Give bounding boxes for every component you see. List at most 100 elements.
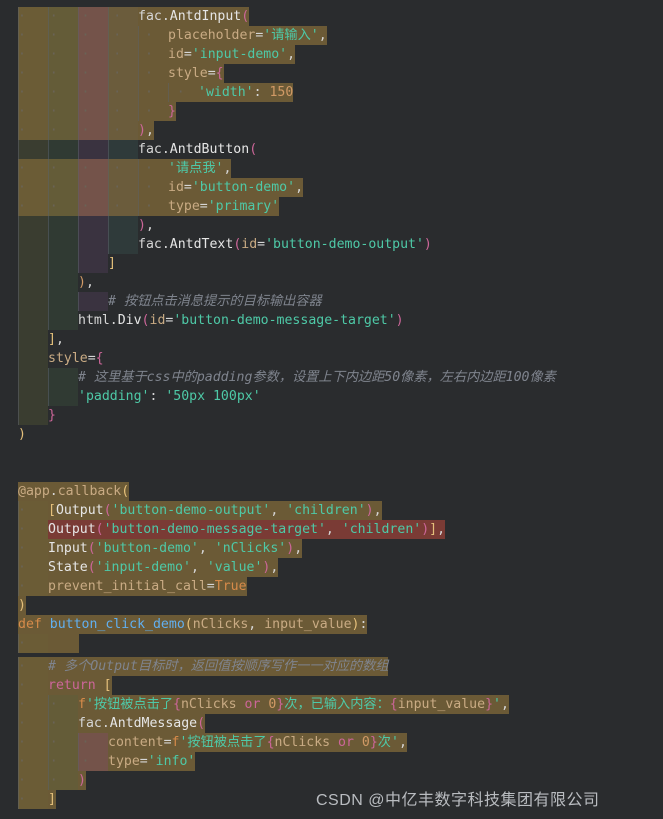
code-line[interactable]: html.Div(id='button-demo-message-target'… xyxy=(0,311,663,330)
code-token: : xyxy=(149,389,166,404)
code-token: , xyxy=(287,47,296,62)
code-line[interactable]: · State('input-demo', 'value'), xyxy=(0,558,663,577)
code-token: AntdText xyxy=(169,237,234,252)
code-line[interactable]: fac.AntdText(id='button-demo-output') xyxy=(0,235,663,254)
line-indent: · · xyxy=(18,773,82,788)
code-token: , xyxy=(500,697,509,712)
code-line[interactable]: · Input('button-demo', 'nClicks'), xyxy=(0,539,663,558)
code-token: def xyxy=(18,617,42,632)
code-line[interactable]: · · · content=f'按钮被点击了{nClicks or 0}次', xyxy=(0,733,663,752)
code-line[interactable]: ] xyxy=(0,254,663,273)
code-token: 'button-demo-message-target' xyxy=(103,522,326,537)
code-token: = xyxy=(207,66,216,81)
code-token: 次，已输入内容： xyxy=(284,697,390,712)
code-token: . xyxy=(161,9,170,24)
code-token-run: [Output('button-demo-output', 'children'… xyxy=(48,501,382,520)
code-token: input_value xyxy=(264,617,352,632)
code-line[interactable]: @app.callback( xyxy=(0,482,663,501)
code-line[interactable]: ], xyxy=(0,330,663,349)
code-token: = xyxy=(183,180,192,195)
code-token: { xyxy=(389,697,398,712)
code-line[interactable]: · · · type='info' xyxy=(0,752,663,771)
code-line[interactable]: · [Output('button-demo-output', 'childre… xyxy=(0,501,663,520)
code-line[interactable]: # 按钮点击消息提示的目标输出容器 xyxy=(0,292,663,311)
code-token-run: html.Div(id='button-demo-message-target'… xyxy=(78,311,404,330)
code-token-run: # 多个Output目标时，返回值按顺序写作一一对应的数组 xyxy=(48,657,389,676)
code-token: ) xyxy=(365,503,374,518)
code-token: 'primary' xyxy=(207,199,280,214)
code-token: Output xyxy=(55,503,104,518)
code-token: , xyxy=(294,541,303,556)
code-line[interactable]: · · · · · '请点我', xyxy=(0,159,663,178)
code-token: . xyxy=(49,484,58,499)
code-token-run: ), xyxy=(138,216,154,235)
code-line[interactable]: · Output('button-demo-message-target', '… xyxy=(0,520,663,539)
code-line[interactable]: ), xyxy=(0,216,663,235)
code-line[interactable]: · return [ xyxy=(0,676,663,695)
code-line[interactable]: def button_click_demo(nClicks, input_val… xyxy=(0,615,663,634)
code-line[interactable]: ) xyxy=(0,596,663,615)
code-line[interactable]: style={ xyxy=(0,349,663,368)
code-token: , xyxy=(248,617,265,632)
code-token: id xyxy=(168,180,184,195)
code-token: ] xyxy=(48,792,56,807)
code-line[interactable]: } xyxy=(0,406,663,425)
code-token: } xyxy=(168,104,176,119)
code-token: AntdMessage xyxy=(109,716,198,731)
code-line[interactable]: · prevent_initial_call=True xyxy=(0,577,663,596)
code-token: type xyxy=(108,754,140,769)
code-token: 次' xyxy=(377,735,399,750)
code-line[interactable]: · · f'按钮被点击了{nClicks or 0}次，已输入内容：{input… xyxy=(0,695,663,714)
code-token: nClicks xyxy=(180,697,237,712)
code-token: 150 xyxy=(269,85,294,100)
code-line[interactable]: · · · · · · 'width': 150 xyxy=(0,83,663,102)
code-token: ( xyxy=(87,560,96,575)
code-token: 'padding' xyxy=(78,389,150,404)
code-token: 'button-demo' xyxy=(95,541,199,556)
code-line[interactable]: ) xyxy=(0,425,663,444)
code-token: 'nClicks' xyxy=(214,541,287,556)
code-line[interactable]: · · · · · type='primary' xyxy=(0,197,663,216)
code-token: } xyxy=(369,735,378,750)
code-line[interactable]: · · · · fac.AntdInput( xyxy=(0,7,663,26)
code-line[interactable]: · · · · · } xyxy=(0,102,663,121)
code-token: type xyxy=(168,199,200,214)
code-token: # 按钮点击消息提示的目标输出容器 xyxy=(108,294,322,309)
line-indent: · · · xyxy=(18,735,114,750)
code-line[interactable]: fac.AntdButton( xyxy=(0,140,663,159)
code-line[interactable]: · · · · · id='button-demo', xyxy=(0,178,663,197)
line-indent: · xyxy=(18,541,50,556)
code-token-run: 'padding': '50px 100px' xyxy=(78,387,261,406)
code-line[interactable]: · · · · · style={ xyxy=(0,64,663,83)
code-token: '50px 100px' xyxy=(165,389,261,404)
code-line[interactable]: · · · · ), xyxy=(0,121,663,140)
code-line[interactable]: · · · · · placeholder='请输入', xyxy=(0,26,663,45)
code-line[interactable]: # 这里基于css中的padding参数，设置上下内边距50像素，左右内边距10… xyxy=(0,368,663,387)
code-token: { xyxy=(266,735,275,750)
code-line[interactable]: · · · · · id='input-demo', xyxy=(0,45,663,64)
line-indent: · · · xyxy=(18,754,114,769)
code-line[interactable]: · # 多个Output目标时，返回值按顺序写作一一对应的数组 xyxy=(0,657,663,676)
code-token: = xyxy=(87,351,96,366)
code-token: = xyxy=(257,237,266,252)
code-line[interactable]: · xyxy=(0,634,663,653)
code-token: fac xyxy=(138,9,162,24)
code-token: fac xyxy=(138,237,162,252)
code-token: ] xyxy=(108,256,116,271)
code-token-run: content=f'按钮被点击了{nClicks or 0}次', xyxy=(108,733,407,752)
code-token: ) xyxy=(138,123,146,138)
code-line[interactable]: ), xyxy=(0,273,663,292)
code-token: id xyxy=(241,237,258,252)
code-token: , xyxy=(270,560,279,575)
code-editor[interactable]: · · · · fac.AntdInput(· · · · · placehol… xyxy=(0,0,663,819)
code-token: ] xyxy=(48,332,56,347)
code-line[interactable]: 'padding': '50px 100px' xyxy=(0,387,663,406)
code-token: 'input-demo' xyxy=(95,560,191,575)
code-token: 'input-demo' xyxy=(191,47,288,62)
code-token: } xyxy=(485,697,494,712)
code-line[interactable]: · · fac.AntdMessage( xyxy=(0,714,663,733)
code-token: or xyxy=(338,735,354,750)
code-token: ( xyxy=(103,503,112,518)
line-indent: · · · · xyxy=(18,9,138,24)
